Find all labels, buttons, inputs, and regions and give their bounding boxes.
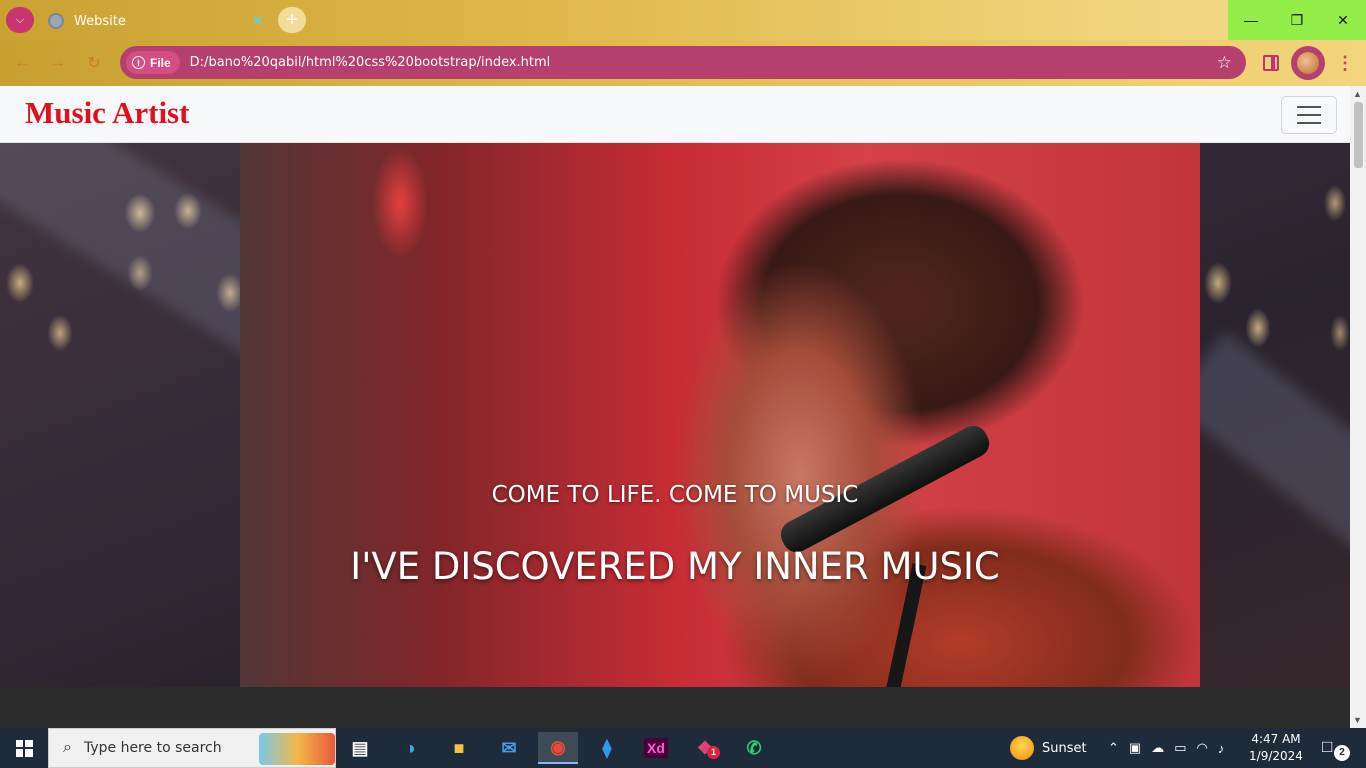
notification-center-button[interactable]: □ 2 <box>1322 737 1350 761</box>
windows-taskbar: ⌕ Type here to search ▤ ◑ ■ ✉ ◉ ⧫ Xd ❖ 1 … <box>0 728 1366 768</box>
scroll-up-arrow-icon[interactable]: ▲ <box>1353 89 1362 99</box>
search-icon: ⌕ <box>63 739 72 756</box>
weather-label: Sunset <box>1042 740 1087 756</box>
chrome-icon[interactable]: ◉ <box>538 732 578 764</box>
hero-subtitle: COME TO LIFE. COME TO MUSIC <box>491 482 859 508</box>
hero-banner: COME TO LIFE. COME TO MUSIC I'VE DISCOVE… <box>0 143 1350 687</box>
scroll-down-arrow-icon[interactable]: ▼ <box>1353 715 1362 725</box>
search-placeholder: Type here to search <box>83 740 222 756</box>
whatsapp-icon[interactable]: ✆ <box>734 732 774 764</box>
browser-titlebar: ⌵ Website ✕ + — ❐ ✕ <box>0 0 1366 40</box>
clock-date: 1/9/2024 <box>1249 749 1303 763</box>
slack-icon[interactable]: ❖ 1 <box>685 732 725 764</box>
restore-button[interactable]: ❐ <box>1274 0 1320 40</box>
address-bar[interactable]: i File D:/bano%20qabil/html%20css%20boot… <box>120 46 1246 79</box>
task-view-icon[interactable]: ▤ <box>340 732 380 764</box>
weather-widget[interactable]: Sunset <box>1010 728 1087 768</box>
window-controls: — ❐ ✕ <box>1228 0 1366 40</box>
page-viewport: Music Artist COME TO LIFE. COME TO MUSIC… <box>0 86 1350 728</box>
plus-icon: + <box>286 8 298 31</box>
close-tab-icon[interactable]: ✕ <box>251 12 264 30</box>
taskbar-search-box[interactable]: ⌕ Type here to search <box>48 728 336 768</box>
reload-icon: ↻ <box>87 55 101 72</box>
back-button[interactable]: ← <box>12 53 32 73</box>
slack-badge: 1 <box>707 746 720 759</box>
side-panel-icon[interactable] <box>1263 55 1279 71</box>
new-tab-button[interactable]: + <box>278 7 306 33</box>
notification-badge: 2 <box>1334 745 1350 761</box>
battery-icon[interactable]: ▭ <box>1174 740 1186 756</box>
hero-overlay <box>0 143 1350 687</box>
navbar-brand[interactable]: Music Artist <box>25 95 189 131</box>
scroll-thumb[interactable] <box>1354 102 1363 168</box>
close-icon: ✕ <box>1337 11 1349 28</box>
bookmark-star-icon[interactable]: ☆ <box>1217 53 1232 73</box>
reload-button[interactable]: ↻ <box>84 53 104 73</box>
close-window-button[interactable]: ✕ <box>1320 0 1366 40</box>
hamburger-line <box>1297 114 1321 116</box>
chevron-down-icon: ⌵ <box>15 13 25 26</box>
start-button[interactable] <box>0 728 48 768</box>
search-highlight-image <box>259 733 335 765</box>
arrow-left-icon: ← <box>14 54 30 71</box>
profile-avatar[interactable] <box>1291 46 1325 80</box>
restore-icon: ❐ <box>1290 11 1304 28</box>
system-tray: ⌃ ▣ ☁ ▭ ◠ ♪ <box>1108 728 1224 768</box>
taskbar-clock[interactable]: 4:47 AM 1/9/2024 <box>1246 731 1306 765</box>
edge-icon[interactable]: ◑ <box>390 732 430 764</box>
kebab-menu-icon[interactable]: ⋮ <box>1336 53 1354 74</box>
hamburger-line <box>1297 106 1321 108</box>
clock-time: 4:47 AM <box>1251 732 1301 746</box>
chevron-up-icon[interactable]: ⌃ <box>1108 740 1119 756</box>
minimize-button[interactable]: — <box>1228 0 1274 40</box>
site-info-label: File <box>150 55 171 70</box>
site-navbar: Music Artist <box>0 86 1350 143</box>
info-icon: i <box>132 56 145 69</box>
meet-now-icon[interactable]: ▣ <box>1129 740 1141 756</box>
navbar-toggler-button[interactable] <box>1281 96 1337 134</box>
browser-toolbar: ← → ↻ i File D:/bano%20qabil/html%20css%… <box>0 40 1366 86</box>
tab-title: Website <box>74 13 126 29</box>
browser-tab[interactable]: Website ✕ <box>38 2 274 40</box>
sunset-icon <box>1010 736 1034 760</box>
url-text[interactable]: D:/bano%20qabil/html%20css%20bootstrap/i… <box>190 55 551 70</box>
adobe-xd-icon[interactable]: Xd <box>636 732 676 764</box>
arrow-right-icon: → <box>50 54 66 71</box>
volume-icon[interactable]: ♪ <box>1218 741 1225 756</box>
hamburger-line <box>1297 122 1321 124</box>
hero-title: I'VE DISCOVERED MY INNER MUSIC <box>350 545 1000 588</box>
minimize-icon: — <box>1244 12 1258 28</box>
file-explorer-icon[interactable]: ■ <box>439 732 479 764</box>
vscode-icon[interactable]: ⧫ <box>587 732 627 764</box>
globe-icon <box>48 13 64 29</box>
mail-icon[interactable]: ✉ <box>489 732 529 764</box>
notification-icon: □ <box>1322 737 1333 756</box>
windows-logo-icon <box>15 739 33 757</box>
avatar-image <box>1297 52 1319 74</box>
onedrive-icon[interactable]: ☁ <box>1151 740 1164 756</box>
page-scrollbar[interactable]: ▲ ▼ <box>1350 86 1366 728</box>
tab-search-button[interactable]: ⌵ <box>6 7 34 33</box>
wifi-icon[interactable]: ◠ <box>1197 740 1208 756</box>
forward-button[interactable]: → <box>48 53 68 73</box>
site-info-chip[interactable]: i File <box>126 51 180 74</box>
